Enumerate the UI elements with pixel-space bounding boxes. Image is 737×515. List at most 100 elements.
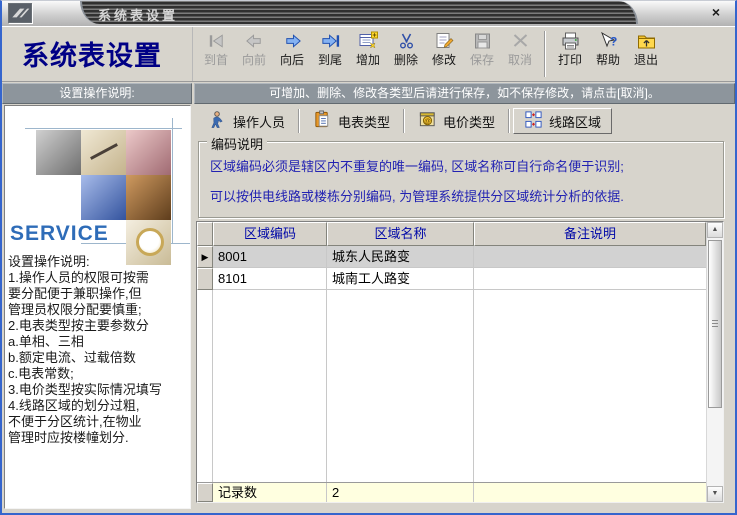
page-title: 系统表设置 xyxy=(2,27,193,81)
cancel-icon xyxy=(501,29,539,53)
instruction-line: 3.电价类型按实际情况填写 xyxy=(8,382,190,398)
current-row-marker[interactable]: ▶ xyxy=(197,246,213,268)
svg-text:?: ? xyxy=(610,35,617,49)
toolbar-buttons: 到首向前向后到尾增加删除修改保存取消打印?帮助退出 xyxy=(193,27,665,81)
photo-tile-pencils xyxy=(126,130,171,175)
toolbar-button-label: 向后 xyxy=(273,53,311,68)
photo-tile-pen xyxy=(81,130,126,175)
cell-note[interactable] xyxy=(474,246,706,268)
instruction-line: 管理时应按楼幢划分. xyxy=(8,430,190,446)
toolbar-button-label: 向前 xyxy=(235,53,273,68)
next-icon xyxy=(273,29,311,53)
tab-label: 电价类型 xyxy=(443,112,495,131)
tab-label: 电表类型 xyxy=(338,112,390,131)
toolbar-button-next[interactable]: 向后 xyxy=(273,29,311,79)
table-row[interactable]: ▶8001城东人民路变 xyxy=(197,246,706,268)
toolbar-button-label: 到尾 xyxy=(311,53,349,68)
last-icon xyxy=(311,29,349,53)
scrollbar-thumb[interactable] xyxy=(708,240,722,408)
groupbox-line-2: 可以按供电线路或楼栋分别编码, 为管理系统提供分区域统计分析的依据. xyxy=(210,186,723,205)
tab-separator xyxy=(508,109,510,133)
toolbar-button-save: 保存 xyxy=(463,29,501,79)
tab-meter-type[interactable]: 电表类型 xyxy=(303,108,400,134)
instruction-line: 管理员权限分配要慎重; xyxy=(8,302,190,318)
cell-code[interactable]: 8101 xyxy=(213,268,327,290)
pen-shape xyxy=(90,143,118,160)
exit-icon xyxy=(627,29,665,53)
tab-row: 操作人员 电表类型 @ 电价类型 线路区域 xyxy=(198,106,612,136)
toolbar-button-prev: 向前 xyxy=(235,29,273,79)
title-bar: 系统表设置 × xyxy=(2,1,735,26)
toolbar-button-help[interactable]: ?帮助 xyxy=(589,29,627,79)
instruction-line: b.额定电流、过载倍数 xyxy=(8,350,190,366)
toolbar-button-exit[interactable]: 退出 xyxy=(627,29,665,79)
tab-price-type[interactable]: @ 电价类型 xyxy=(408,108,505,134)
svg-text:@: @ xyxy=(424,118,431,125)
tab-separator xyxy=(403,109,405,133)
region-icon xyxy=(524,110,543,132)
toolbar-button-label: 到首 xyxy=(197,53,235,68)
row-selector-filler xyxy=(197,290,213,482)
photo-tile-keyboard xyxy=(81,175,126,220)
cell-code[interactable]: 8001 xyxy=(213,246,327,268)
tab-region[interactable]: 线路区域 xyxy=(513,108,612,134)
toolbar-button-delete[interactable]: 删除 xyxy=(387,29,425,79)
groupbox-line-1: 区域编码必须是辖区内不重复的唯一编码, 区域名称可自行命名便于识别; xyxy=(210,156,723,175)
tab-operator[interactable]: 操作人员 xyxy=(198,108,295,134)
delete-icon xyxy=(387,29,425,53)
region-table: 区域编码区域名称备注说明 ▶8001城东人民路变8101城南工人路变 记录数 2… xyxy=(196,221,724,503)
toolbar-button-last[interactable]: 到尾 xyxy=(311,29,349,79)
tab-label: 操作人员 xyxy=(233,112,285,131)
footer-selector-cell xyxy=(197,483,213,502)
toolbar: 系统表设置 到首向前向后到尾增加删除修改保存取消打印?帮助退出 xyxy=(2,26,735,82)
instruction-line: a.单相、三相 xyxy=(8,334,190,350)
first-icon xyxy=(197,29,235,53)
instruction-line: 要分配便于兼职操作,但 xyxy=(8,286,190,302)
record-count-label: 记录数 xyxy=(213,483,327,502)
add-icon xyxy=(349,29,387,53)
table-footer-row: 记录数 2 xyxy=(197,482,706,502)
row-selector-cell[interactable] xyxy=(197,268,213,290)
toolbar-separator xyxy=(544,31,546,77)
toolbar-button-label: 修改 xyxy=(425,53,463,68)
main-panel: 操作人员电表类型@电价类型线路区域 编码说明 区域编码必须是辖区内不重复的唯一编… xyxy=(193,104,735,509)
table-header-row: 区域编码区域名称备注说明 xyxy=(197,222,706,246)
column-header[interactable]: 备注说明 xyxy=(474,222,706,246)
print-icon xyxy=(551,29,589,53)
window-title: 系统表设置 xyxy=(98,5,178,24)
sidebar-header: 设置操作说明: xyxy=(2,83,192,104)
main-header-message: 可增加、删除、修改各类型后请进行保存，如不保存修改，请点击[取消]。 xyxy=(194,83,735,104)
toolbar-button-edit[interactable]: 修改 xyxy=(425,29,463,79)
instruction-line: c.电表常数; xyxy=(8,366,190,382)
close-button[interactable]: × xyxy=(707,3,725,21)
vertical-scrollbar[interactable]: ▲ ▼ xyxy=(706,222,723,502)
edit-icon xyxy=(425,29,463,53)
column-header[interactable]: 区域名称 xyxy=(327,222,474,246)
scroll-up-button[interactable]: ▲ xyxy=(707,222,723,238)
toolbar-button-add[interactable]: 增加 xyxy=(349,29,387,79)
save-icon xyxy=(463,29,501,53)
toolbar-button-label: 取消 xyxy=(501,53,539,68)
photo-tile-watch-hand xyxy=(126,175,171,220)
cell-note[interactable] xyxy=(474,268,706,290)
app-window: 系统表设置 × 系统表设置 到首向前向后到尾增加删除修改保存取消打印?帮助退出 … xyxy=(0,0,737,515)
sidebar: SERVICE 设置操作说明:1.操作人员的权限可按需要分配便于兼职操作,但管理… xyxy=(4,105,191,509)
help-icon: ? xyxy=(589,29,627,53)
toolbar-button-label: 保存 xyxy=(463,53,501,68)
cell-name[interactable]: 城东人民路变 xyxy=(327,246,474,268)
cell-name[interactable]: 城南工人路变 xyxy=(327,268,474,290)
tab-separator xyxy=(298,109,300,133)
decor-line xyxy=(172,118,173,244)
service-logo-text: SERVICE xyxy=(10,222,109,246)
table-empty-area xyxy=(197,290,706,482)
watch-face xyxy=(136,228,164,256)
toolbar-button-label: 删除 xyxy=(387,53,425,68)
scroll-down-button[interactable]: ▼ xyxy=(707,486,723,502)
column-header[interactable]: 区域编码 xyxy=(213,222,327,246)
instruction-line: 不便于分区统计,在物业 xyxy=(8,414,190,430)
toolbar-button-label: 打印 xyxy=(551,53,589,68)
tab-label: 线路区域 xyxy=(549,112,601,131)
table-row[interactable]: 8101城南工人路变 xyxy=(197,268,706,290)
photo-tile-tool xyxy=(36,130,81,175)
toolbar-button-print[interactable]: 打印 xyxy=(551,29,589,79)
